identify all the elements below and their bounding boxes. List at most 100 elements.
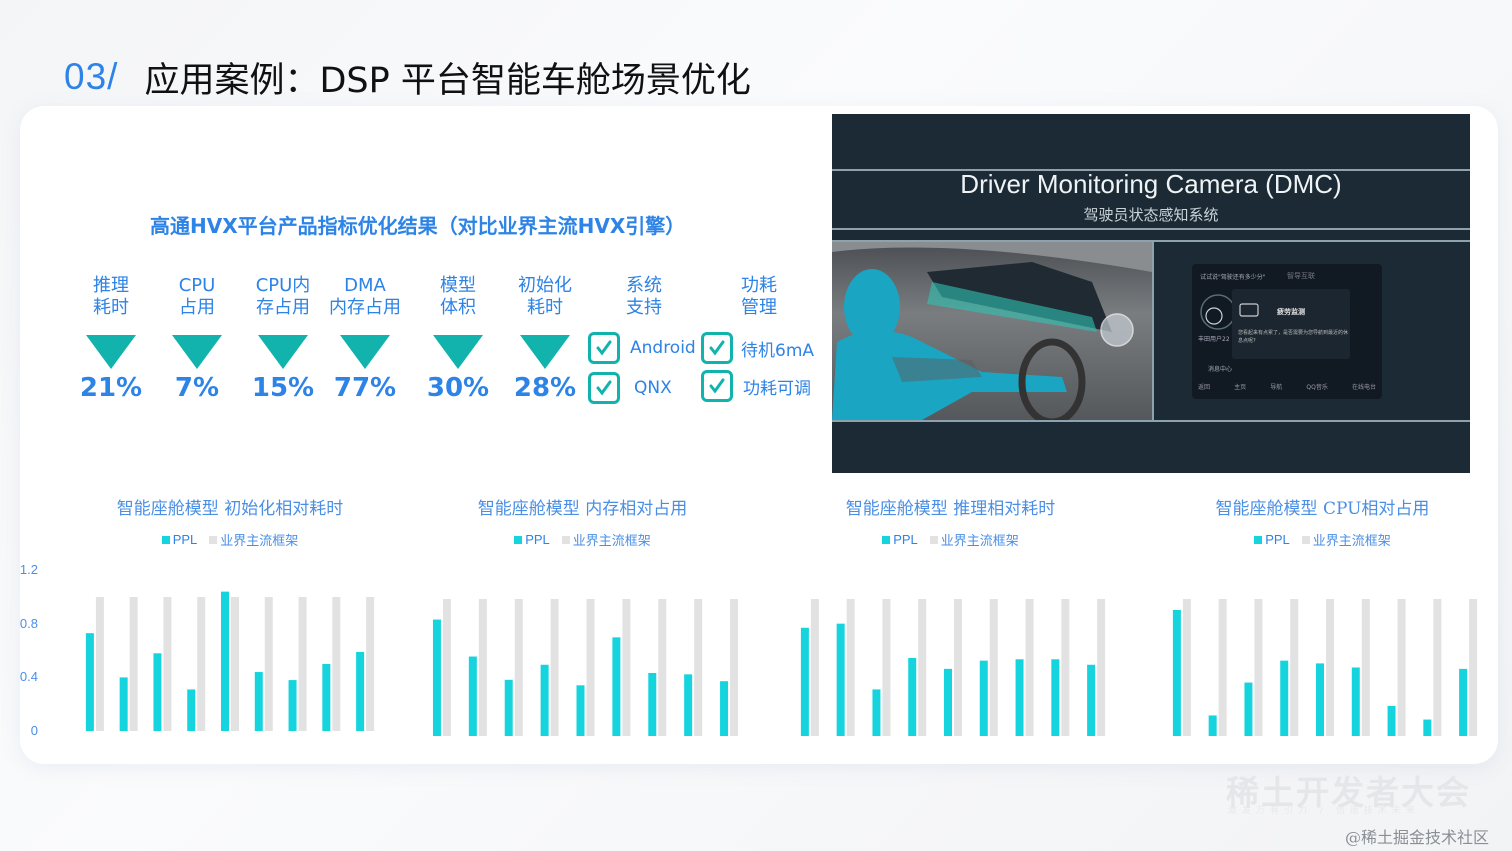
power-management-label: 功耗 管理	[714, 275, 804, 321]
metric-label: 模型 体积	[413, 275, 503, 321]
divider	[832, 228, 1470, 230]
hmi-user: 丰田用户22	[1198, 336, 1230, 343]
bar-ppl-8	[1051, 659, 1060, 736]
bar-ppl-3	[504, 679, 513, 736]
bar-baseline-3	[514, 599, 523, 736]
chart-plot	[1172, 599, 1478, 736]
bar-baseline-7	[298, 597, 307, 731]
bar-baseline-1	[1182, 599, 1191, 736]
bar-baseline-3	[882, 599, 891, 736]
check-standby: 待机6mA	[701, 332, 814, 364]
bar-ppl-6	[979, 660, 988, 736]
bar-baseline-1	[810, 599, 819, 736]
divider	[1152, 242, 1154, 420]
bar-baseline-5	[586, 599, 595, 736]
bar-baseline-4	[1290, 599, 1299, 736]
bar-baseline-5	[231, 597, 239, 731]
bar-ppl-2	[468, 656, 477, 736]
driver-figure-icon	[832, 242, 1152, 420]
dialog-title: 疲劳监测	[1277, 308, 1305, 316]
checkmark-icon	[701, 332, 733, 364]
y-tick-label: 0.8	[19, 615, 38, 631]
bar-baseline-5	[1326, 599, 1334, 736]
bar-ppl-7	[1015, 659, 1024, 736]
bar-baseline-1	[95, 597, 104, 731]
bar-chart-1: 智能座舱模型 初始化相对耗时 PPL 业界主流框架 1.2 0.8 0.4 0	[20, 490, 400, 750]
chart-plot	[85, 591, 375, 731]
bar-ppl-9	[720, 681, 729, 736]
bar-baseline-4	[197, 597, 206, 731]
bar-ppl-3	[153, 653, 162, 731]
bar-ppl-8	[684, 674, 693, 736]
label-line: 存占用	[256, 297, 310, 318]
check-qnx: QNX	[588, 372, 672, 404]
chart-plot	[800, 599, 1106, 736]
y-tick-label: 1.2	[19, 562, 38, 578]
hmi-screen: 试试说"驾驶还有多少分" 智导互联 丰田用户22 疲劳监测 您看起来有点累了，是…	[1192, 264, 1382, 399]
slide-number: 03/	[64, 56, 119, 97]
metric-value: 21%	[79, 373, 143, 403]
bar-ppl-2	[119, 677, 128, 731]
metric-value: 77%	[333, 373, 397, 403]
hmi-bottom-nav: 返回 主页 导航 QQ音乐 在线电台	[1198, 382, 1376, 391]
bar-ppl-8	[322, 664, 331, 731]
bar-ppl-1	[1172, 609, 1181, 736]
bar-chart-2: 智能座舱模型 内存相对占用 PPL 业界主流框架	[410, 490, 755, 750]
down-arrow-icon	[86, 335, 136, 369]
label-line: 管理	[741, 297, 777, 318]
check-label: 功耗可调	[743, 378, 811, 399]
bar-ppl-7	[648, 672, 657, 736]
label-line: 体积	[440, 297, 476, 318]
metric-5: 模型 体积 30%	[413, 275, 503, 403]
bar-ppl-1	[800, 627, 809, 736]
bar-baseline-3	[163, 597, 172, 731]
bar-baseline-5	[954, 599, 962, 736]
dialog-body: 您看起来有点累了，是否需要为您导航到最近的休息点呢?	[1238, 330, 1349, 344]
metric-label: CPU 占用	[152, 275, 242, 321]
bar-ppl-7	[288, 680, 297, 731]
bar-baseline-7	[1025, 599, 1034, 736]
bar-baseline-4	[918, 599, 927, 736]
bar-baseline-7	[658, 599, 667, 736]
metric-label: CPU内 存占用	[238, 275, 328, 321]
chart-plot	[432, 599, 739, 736]
divider	[832, 420, 1470, 422]
label-line: 初始化	[518, 275, 572, 296]
metric-4: DMA 内存占用 77%	[320, 275, 410, 403]
down-arrow-icon	[340, 335, 390, 369]
dmc-title: Driver Monitoring Camera (DMC)	[960, 169, 1342, 199]
bar-ppl-4	[187, 689, 196, 731]
bar-baseline-2	[1218, 599, 1227, 736]
y-tick-label: 0	[30, 723, 38, 738]
credit-text: @稀土掘金技术社区	[1345, 828, 1490, 847]
dmc-subtitle: 驾驶员状态感知系统	[1083, 206, 1219, 224]
bar-ppl-4	[1280, 660, 1289, 736]
metric-3: CPU内 存占用 15%	[238, 275, 328, 403]
system-support-label: 系统 支持	[599, 275, 689, 321]
bar-ppl-1	[432, 619, 441, 736]
check-label: 待机6mA	[741, 340, 815, 361]
metric-value: 30%	[426, 373, 490, 403]
checkmark-icon	[701, 370, 733, 402]
bar-ppl-3	[1244, 682, 1253, 736]
bar-baseline-9	[1469, 599, 1478, 736]
bar-baseline-4	[550, 599, 559, 736]
metric-2: CPU 占用 7%	[152, 275, 242, 403]
down-arrow-icon	[172, 335, 222, 369]
bar-baseline-6	[264, 597, 273, 731]
bar-ppl-6	[254, 672, 263, 731]
label-line: CPU内	[255, 275, 311, 296]
sleep-icon	[1239, 303, 1259, 317]
label-line: 内存占用	[329, 297, 401, 318]
label-line: 推理	[93, 275, 129, 296]
metric-1: 推理 耗时 21%	[66, 275, 156, 403]
bar-chart-4: 智能座舱模型 CPU相对占用 PPL 业界主流框架	[1150, 490, 1495, 750]
bar-ppl-7	[1387, 705, 1396, 736]
bar-ppl-9	[356, 651, 365, 731]
metric-value: 28%	[513, 373, 577, 403]
bar-baseline-9	[1097, 599, 1106, 736]
label-line: CPU	[178, 275, 216, 296]
checkmark-icon	[588, 332, 620, 364]
metric-value: 15%	[251, 373, 315, 403]
bar-ppl-5	[576, 685, 585, 736]
